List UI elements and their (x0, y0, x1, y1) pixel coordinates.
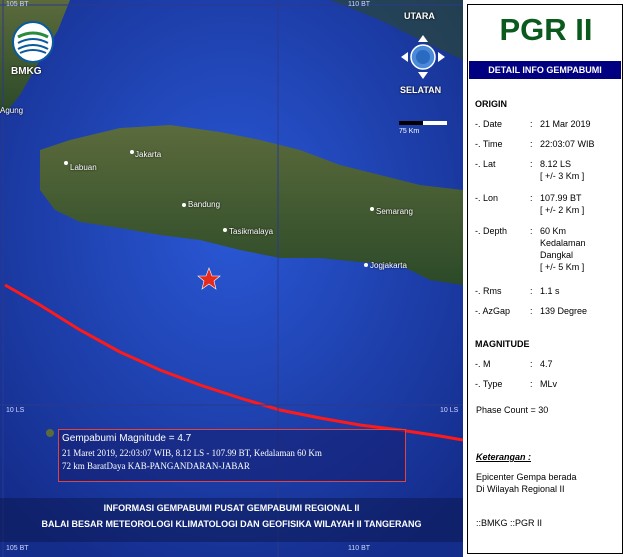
compass-south-label: SELATAN (400, 85, 442, 95)
grid-label-bottom-left: 105 BT (6, 545, 29, 552)
type-colon: : (530, 379, 533, 389)
city-dot-semarang (370, 207, 374, 211)
date-value: 21 Mar 2019 (540, 119, 591, 129)
city-dot-bandung (182, 203, 186, 207)
epicenter-detail-text: 21 Maret 2019, 22:03:07 WIB, 8.12 LS - 1… (62, 448, 322, 458)
rms-colon: : (530, 286, 533, 296)
lon-key: -. Lon (475, 193, 499, 203)
keterangan-heading: Keterangan : (476, 452, 532, 462)
lat-value: 8.12 LS (540, 159, 572, 169)
date-key: -. Date (475, 119, 503, 129)
city-bandung: Bandung (188, 200, 221, 209)
type-value: MLv (540, 379, 558, 389)
lon-colon: : (530, 193, 533, 203)
city-tasikmalaya: Tasikmalaya (229, 227, 274, 236)
city-dot-tasikmalaya (223, 228, 227, 232)
type-key: -. Type (475, 379, 503, 389)
scale-bar (399, 121, 447, 125)
depth-value: 60 Km (540, 226, 567, 236)
lon-error: [ +/- 2 Km ] (540, 205, 585, 215)
footer-line-1: INFORMASI GEMPABUMI PUSAT GEMPABUMI REGI… (103, 503, 360, 513)
time-key: -. Time (475, 139, 503, 149)
azgap-colon: : (530, 306, 533, 316)
time-value: 22:03:07 WIB (540, 139, 595, 149)
grid-label-lat-right: 10 LS (440, 407, 459, 414)
phase-count: Phase Count = 30 (476, 405, 549, 415)
azgap-value: 139 Degree (540, 306, 588, 316)
city-jakarta: Jakarta (135, 150, 162, 159)
rms-key: -. Rms (475, 286, 502, 296)
city-dot-jogjakarta (364, 263, 368, 267)
grid-label-top-right: 110 BT (348, 1, 371, 8)
depth-colon: : (530, 226, 533, 236)
compass-icon[interactable] (400, 34, 446, 80)
panel-subtitle: DETAIL INFO GEMPABUMI (469, 61, 621, 79)
epicenter-magnitude-text: Gempabumi Magnitude = 4.7 (62, 433, 192, 444)
grid-label-lat-left: 10 LS (6, 407, 25, 414)
city-agung: Agung (0, 106, 24, 115)
city-labuan: Labuan (70, 163, 97, 172)
m-value: 4.7 (540, 359, 553, 369)
panel-title: PGR II (499, 12, 593, 47)
scale-label: 75 Km (399, 128, 420, 135)
m-key: -. M (475, 359, 491, 369)
city-dot-jakarta (130, 150, 134, 154)
city-dot-labuan (64, 161, 68, 165)
lon-value: 107.99 BT (540, 193, 582, 203)
grid-label-bottom-right: 110 BT (348, 545, 371, 552)
depth-desc-2: Dangkal (540, 250, 574, 260)
depth-desc-1: Kedalaman (540, 238, 586, 248)
map-footer: INFORMASI GEMPABUMI PUSAT GEMPABUMI REGI… (0, 498, 463, 542)
depth-error: [ +/- 5 Km ] (540, 262, 585, 272)
city-jogjakarta: Jogjakarta (370, 261, 407, 270)
lat-colon: : (530, 159, 533, 169)
m-colon: : (530, 359, 533, 369)
keterangan-line-2: Di Wilayah Regional II (476, 484, 565, 494)
keterangan-line-1: Epicenter Gempa berada (476, 472, 577, 482)
azgap-key: -. AzGap (475, 306, 511, 316)
lat-error: [ +/- 3 Km ] (540, 171, 585, 181)
origin-heading: ORIGIN (475, 99, 508, 109)
epicenter-location-text: 72 km BaratDaya KAB-PANGANDARAN-JABAR (62, 461, 250, 471)
lat-key: -. Lat (475, 159, 496, 169)
compass-north-label: UTARA (404, 11, 435, 21)
panel-footer: ::BMKG ::PGR II (476, 518, 543, 528)
map-area: 105 BT 110 BT 105 BT 110 BT 10 LS 10 LS … (0, 0, 463, 557)
epicenter-info-box: Gempabumi Magnitude = 4.7 21 Maret 2019,… (58, 429, 406, 482)
rms-value: 1.1 s (540, 286, 560, 296)
logo-label: BMKG (11, 66, 42, 77)
date-colon: : (530, 119, 533, 129)
grid-label-top-left: 105 BT (6, 1, 29, 8)
city-semarang: Semarang (376, 207, 413, 216)
magnitude-heading: MAGNITUDE (475, 339, 530, 349)
footer-line-2: BALAI BESAR METEOROLOGI KLIMATOLOGI DAN … (41, 519, 422, 529)
depth-key: -. Depth (475, 226, 508, 236)
time-colon: : (530, 139, 533, 149)
